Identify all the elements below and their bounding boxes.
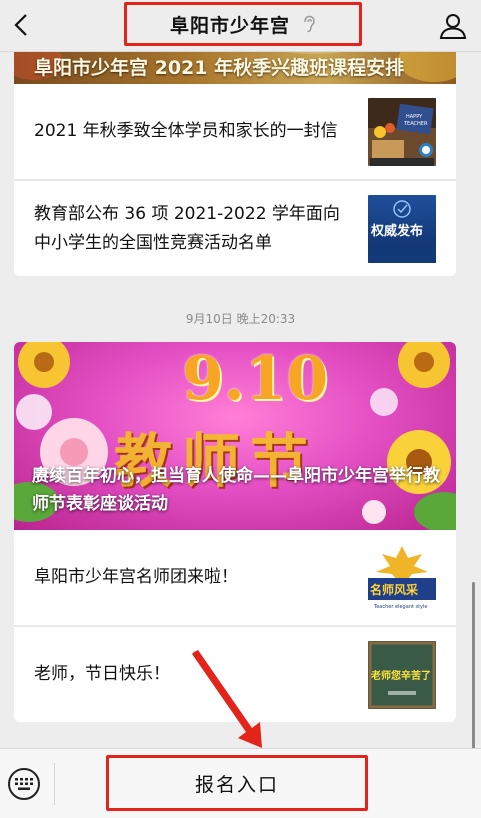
article-thumbnail: 老师您辛苦了 [368, 640, 436, 709]
thumbnail-caption: 名师风采 [370, 582, 418, 597]
thumbnail-subcaption: Teacher elegant style [373, 604, 427, 610]
article-item[interactable]: 2021 年秋季致全体学员和家长的一封信 HAPPY TEACHER [14, 84, 456, 180]
svg-text:TEACHER: TEACHER [403, 121, 428, 127]
divider [54, 763, 55, 805]
message-list[interactable]: 阜阳市少年宫 2021 年秋季兴趣班课程安排 2021 年秋季致全体学员和家长的… [0, 52, 481, 748]
bottom-menu-bar: 报名入口 [0, 748, 481, 818]
page-title: 阜阳市少年宫 [169, 14, 290, 37]
back-button[interactable] [10, 12, 32, 38]
article-item[interactable]: 教育部公布 36 项 2021-2022 学年面向中小学生的全国性竞赛活动名单 … [14, 180, 456, 276]
article-banner[interactable]: 阜阳市少年宫 2021 年秋季兴趣班课程安排 [14, 52, 456, 84]
keyboard-icon [15, 778, 33, 790]
banner-headline: 阜阳市少年宫 2021 年秋季兴趣班课程安排 [34, 57, 405, 79]
ear-icon[interactable] [302, 15, 316, 33]
article-thumbnail: 权威发布 [368, 194, 436, 263]
article-title: 2021 年秋季致全体学员和家长的一封信 [34, 121, 338, 141]
top-nav-bar: 阜阳市少年宫 [0, 0, 481, 52]
thumbnail-caption: 权威发布 [370, 223, 423, 239]
article-title: 阜阳市少年宫名师团来啦！ [34, 567, 238, 587]
article-item[interactable]: 阜阳市少年宫名师团来啦！ 名师风采 Teacher elegant style [14, 530, 456, 626]
hero-headline: 赓续百年初心，担当育人使命——阜阳市少年宫举行教师节表彰座谈活动 [32, 466, 440, 514]
thumbnail-caption: 老师您辛苦了 [370, 669, 431, 682]
chevron-left-icon [14, 14, 27, 36]
keyboard-toggle-button[interactable] [8, 768, 40, 800]
article-hero-image[interactable]: 9.10 教师节 赓续百年初心，担当育人使命——阜阳市少年宫举行教师节表彰座谈活… [14, 342, 456, 530]
article-title: 教育部公布 36 项 2021-2022 学年面向中小学生的全国性竞赛活动名单 [34, 203, 340, 253]
profile-button[interactable] [439, 12, 467, 40]
hero-date: 9.10 [182, 344, 329, 414]
article-card: 阜阳市少年宫 2021 年秋季兴趣班课程安排 2021 年秋季致全体学员和家长的… [14, 52, 456, 276]
annotation-arrow-icon [192, 650, 262, 748]
message-timestamp: 9月10日 晚上20:33 [185, 312, 296, 326]
enroll-menu-button[interactable]: 报名入口 [106, 755, 368, 811]
article-thumbnail: 名师风采 Teacher elegant style [368, 543, 436, 612]
account-title-box[interactable]: 阜阳市少年宫 [124, 2, 362, 46]
article-thumbnail: HAPPY TEACHER [368, 97, 436, 166]
scrollbar[interactable] [472, 582, 475, 748]
svg-text:HAPPY: HAPPY [406, 114, 423, 120]
user-icon [439, 14, 467, 39]
